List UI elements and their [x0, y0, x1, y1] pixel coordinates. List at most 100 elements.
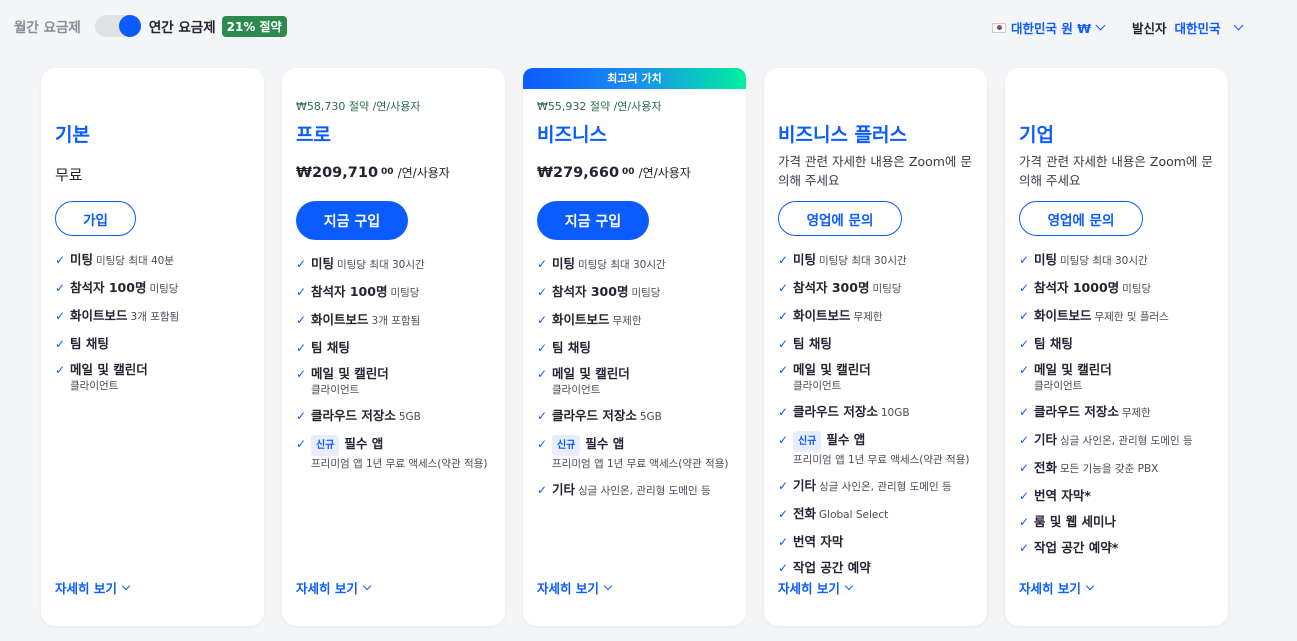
feature-note: 클라이언트 [311, 384, 360, 396]
price-cents: 00 [622, 167, 635, 177]
plan-name: 프로 [296, 124, 331, 146]
feature-name: 팀 채팅 [552, 340, 591, 355]
plan-name: 기본 [55, 124, 90, 146]
best-value-banner: 최고의 가치 [523, 68, 746, 89]
feature-note: 클라이언트 [1034, 380, 1083, 392]
feature-item: ✓ 미팅 미팅당 최대 40분 [55, 251, 260, 270]
feature-body: 미팅 미팅당 최대 30시간 [1034, 251, 1224, 270]
sender-country-selector[interactable]: 발신자 대한민국 [1132, 18, 1243, 37]
feature-detail: 무제한 [853, 311, 883, 323]
new-badge: 신규 [793, 431, 822, 452]
feature-line: 팀 채팅 [70, 335, 260, 352]
feature-note: 프리미엄 앱 1년 무료 액세스(약관 적용) [793, 454, 970, 466]
feature-detail: Global Select [819, 509, 889, 521]
feature-line: 미팅 미팅당 최대 30시간 [793, 251, 983, 270]
toggle-knob [118, 15, 141, 37]
feature-name: 미팅 [311, 256, 335, 271]
annual-plan-label[interactable]: 연간 요금제 [149, 16, 216, 36]
feature-detail: 미팅당 [872, 283, 902, 295]
check-icon: ✓ [537, 285, 548, 299]
chevron-down-icon [121, 581, 131, 591]
feature-item: ✓ 메일 및 캘린더 클라이언트 [537, 365, 742, 398]
feature-body: 전화 Global Select [793, 505, 983, 524]
feature-list: ✓ 미팅 미팅당 최대 40분 ✓ 참석자 100명 미팅당 ✓ 화이트보드 3개 포함됨 ✓ 팀 … [55, 251, 260, 403]
feature-body: 메일 및 캘린더클라이언트 [1034, 361, 1224, 394]
feature-name: 팀 채팅 [793, 336, 832, 351]
price-unit: /연/사용자 [397, 166, 450, 180]
check-icon: ✓ [778, 479, 789, 493]
price-contact-text: 가격 관련 자세한 내용은 Zoom에 문의해 주세요 [778, 154, 972, 188]
feature-body: 화이트보드 무제한 [552, 311, 742, 330]
chevron-down-icon [603, 581, 613, 591]
check-icon: ✓ [55, 281, 66, 295]
feature-body: 참석자 100명 미팅당 [311, 283, 501, 302]
see-more-link[interactable]: 자세히 보기 [55, 578, 131, 597]
see-more-label: 자세히 보기 [537, 581, 599, 596]
feature-item: ✓ 전화 모든 기능을 갖춘 PBX [1019, 459, 1224, 478]
feature-name: 필수 앱 [826, 432, 866, 447]
feature-note: 프리미엄 앱 1년 무료 액세스(약관 적용) [552, 458, 729, 470]
feature-body: 기타 싱글 사인온, 관리형 도메인 등 [552, 481, 742, 500]
feature-body: 클라우드 저장소 5GB [311, 407, 501, 426]
monthly-plan-label[interactable]: 월간 요금제 [14, 16, 81, 36]
plan-name: 비즈니스 [537, 124, 607, 146]
feature-name: 기타 [1034, 432, 1058, 447]
annual-saving-text: ₩55,932 절약 /연/사용자 [537, 100, 662, 113]
feature-item: ✓ 번역 자막* [1019, 487, 1224, 504]
feature-body: 번역 자막* [1034, 487, 1224, 504]
feature-name: 작업 공간 예약* [1034, 540, 1119, 555]
see-more-link[interactable]: 자세히 보기 [778, 578, 854, 597]
feature-line: 클라우드 저장소 5GB [311, 407, 501, 426]
check-icon: ✓ [778, 281, 789, 295]
check-icon: ✓ [1019, 337, 1030, 351]
see-more-link[interactable]: 자세히 보기 [537, 578, 613, 597]
feature-name: 화이트보드 [1034, 308, 1092, 323]
feature-item: ✓ 참석자 1000명 미팅당 [1019, 279, 1224, 298]
feature-body: 참석자 100명 미팅당 [70, 279, 260, 298]
feature-body: 기타 싱글 사인온, 관리형 도메인 등 [1034, 431, 1224, 450]
feature-line: 참석자 100명 미팅당 [311, 283, 501, 302]
plan-card: ₩58,730 절약 /연/사용자 프로 ₩209,710 00/연/사용자 지금 구입… [282, 68, 505, 626]
feature-line: 클라우드 저장소 10GB [793, 403, 983, 422]
plan-name: 비즈니스 플러스 [778, 124, 907, 146]
feature-detail: 미팅당 [631, 287, 661, 299]
check-icon: ✓ [55, 337, 66, 351]
check-icon: ✓ [537, 409, 548, 423]
pricing-top-bar: 월간 요금제 연간 요금제 21% 절약 대한민국 원 ₩ 발신자 대한민국 [0, 0, 1297, 52]
feature-body: 신규 필수 앱프리미엄 앱 1년 무료 액세스(약관 적용) [793, 431, 983, 468]
feature-line: 팀 채팅 [552, 339, 742, 356]
feature-line: 기타 싱글 사인온, 관리형 도메인 등 [1034, 431, 1224, 450]
billing-period-toggle[interactable] [94, 15, 141, 37]
sign-up-button[interactable]: 가입 [55, 201, 136, 236]
feature-detail: 미팅당 [1122, 283, 1152, 295]
currency-selector[interactable]: 대한민국 원 ₩ [992, 18, 1106, 37]
feature-detail: 싱글 사인온, 관리형 도메인 등 [578, 485, 711, 497]
feature-item: ✓ 화이트보드 3개 포함됨 [55, 307, 260, 326]
buy-now-button[interactable]: 지금 구입 [296, 201, 408, 240]
check-icon: ✓ [537, 483, 548, 497]
buy-now-button[interactable]: 지금 구입 [537, 201, 649, 240]
check-icon: ✓ [55, 253, 66, 267]
feature-name: 메일 및 캘린더 [552, 366, 630, 381]
feature-list: ✓ 미팅 미팅당 최대 30시간 ✓ 참석자 300명 미팅당 ✓ 화이트보드 무제한 ✓ 팀 채팅… [778, 251, 983, 585]
see-more-link[interactable]: 자세히 보기 [296, 578, 372, 597]
feature-item: ✓ 미팅 미팅당 최대 30시간 [537, 255, 742, 274]
feature-line: 클라우드 저장소 5GB [552, 407, 742, 426]
feature-body: 기타 싱글 사인온, 관리형 도메인 등 [793, 477, 983, 496]
feature-name: 메일 및 캘린더 [793, 362, 871, 377]
feature-line: 메일 및 캘린더 [70, 361, 260, 378]
check-icon: ✓ [778, 253, 789, 267]
feature-item: ✓ 신규 필수 앱 프리미엄 앱 1년 무료 액세스(약관 적용) [778, 431, 983, 468]
feature-item: ✓ 미팅 미팅당 최대 30시간 [1019, 251, 1224, 270]
chevron-down-icon [1233, 20, 1243, 31]
contact-sales-button[interactable]: 영업에 문의 [1019, 201, 1143, 236]
feature-name: 미팅 [793, 252, 817, 267]
feature-line: 메일 및 캘린더 [552, 365, 742, 382]
feature-item: ✓ 작업 공간 예약 [778, 559, 983, 576]
feature-line: 메일 및 캘린더 [1034, 361, 1224, 378]
chevron-down-icon [1085, 581, 1095, 591]
see-more-link[interactable]: 자세히 보기 [1019, 578, 1095, 597]
feature-item: ✓ 기타 싱글 사인온, 관리형 도메인 등 [1019, 431, 1224, 450]
contact-sales-button[interactable]: 영업에 문의 [778, 201, 902, 236]
feature-name: 클라우드 저장소 [793, 404, 878, 419]
